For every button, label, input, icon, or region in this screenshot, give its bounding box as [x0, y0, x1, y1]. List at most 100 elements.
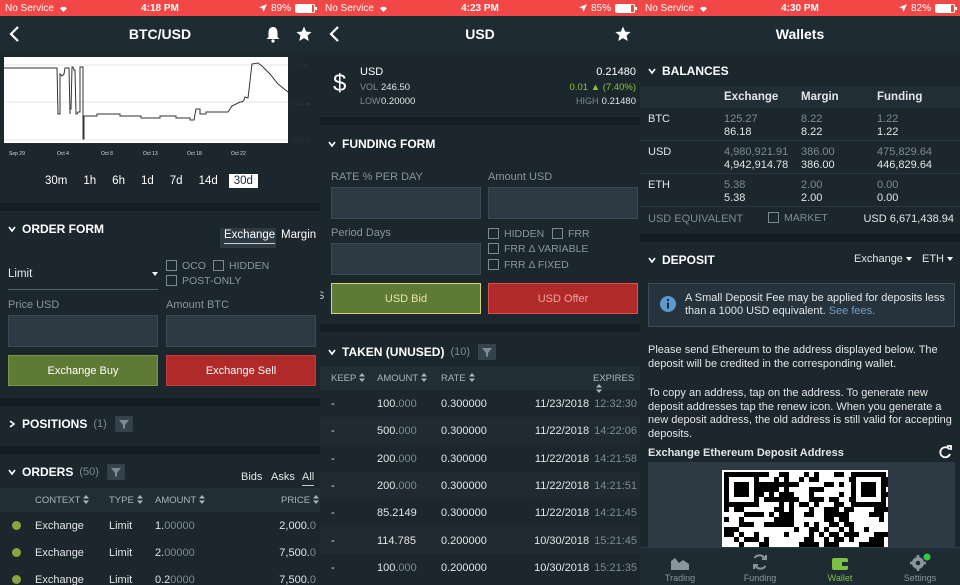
- table-row[interactable]: - 100.000 0.300000 11/23/2018 12:32:30: [320, 390, 640, 417]
- star-icon[interactable]: [614, 25, 632, 43]
- col-price[interactable]: PRICE: [281, 495, 320, 506]
- filter-icon[interactable]: [478, 344, 497, 360]
- tab-wallet[interactable]: Wallet: [800, 548, 880, 585]
- col-keep[interactable]: KEEP: [331, 373, 366, 384]
- tab-exchange[interactable]: Exchange: [224, 229, 276, 244]
- funding-form-title: FUNDING FORM: [342, 137, 436, 151]
- bell-icon[interactable]: [264, 25, 282, 43]
- timeframe-1d[interactable]: 1d: [136, 174, 159, 188]
- ticker-summary: $ USD 0.21480 VOL 246.50 LOW 0.20000 0.0…: [320, 60, 640, 116]
- price-chart[interactable]: 13.044 8,833.◆ 4,622.9 Sep 29 Oct 4 Oct …: [0, 54, 320, 162]
- price-input[interactable]: [8, 315, 158, 347]
- price-main: 7,500.: [279, 547, 310, 559]
- col-type[interactable]: TYPE: [109, 495, 143, 506]
- table-row[interactable]: - 114.785 0.200000 10/30/2018 15:21:45: [320, 526, 640, 554]
- table-row[interactable]: - 85.2149 0.300000 11/22/2018 14:21:45: [320, 499, 640, 526]
- filter-icon[interactable]: [114, 416, 133, 432]
- option-hidden[interactable]: HIDDEN: [488, 228, 544, 240]
- timeframe-30m[interactable]: 30m: [40, 174, 72, 188]
- tab-settings-label: Settings: [903, 573, 937, 583]
- exchange-sell-button[interactable]: Exchange Sell: [166, 355, 316, 386]
- amount-cell: 100.000: [377, 398, 417, 410]
- amount-main: 100.: [377, 398, 399, 410]
- table-row[interactable]: - 200.000 0.300000 11/22/2018 14:21:58: [320, 445, 640, 472]
- y-tick-label: 4,622.9: [292, 138, 309, 144]
- battery-percent: 85%: [590, 2, 611, 14]
- col-exchange: Exchange: [724, 91, 779, 103]
- amount-usd-input[interactable]: [488, 187, 638, 219]
- battery-icon: [614, 3, 637, 13]
- y-tick-label: 8,833.◆: [292, 101, 310, 107]
- filter-icon[interactable]: [106, 464, 125, 480]
- timeframe-30d[interactable]: 30d: [228, 174, 258, 188]
- tab-margin[interactable]: Margin: [281, 229, 316, 241]
- keep-cell: -: [331, 398, 335, 410]
- balance-row: ETH 5.38 5.38 2.00 2.00 0.00 0.00: [640, 174, 960, 207]
- option-oco[interactable]: OCO: [166, 260, 206, 272]
- option-frr[interactable]: FRR: [552, 228, 590, 240]
- page-title: USD: [465, 26, 495, 42]
- timeframe-6h[interactable]: 6h: [107, 174, 130, 188]
- up-arrow-icon: ▲: [590, 82, 601, 93]
- table-row[interactable]: - 500.000 0.300000 11/22/2018 14:22:06: [320, 417, 640, 445]
- usd-equivalent-row: USD EQUIVALENT MARKET USD 6,671,438.94: [640, 208, 960, 230]
- filter-bids[interactable]: Bids: [241, 471, 262, 483]
- tab-settings[interactable]: Settings: [880, 548, 960, 585]
- margin-total-cell: 2.00: [801, 179, 823, 191]
- usd-equivalent-label: USD EQUIVALENT: [648, 213, 744, 225]
- x-tick-label: Oct 8: [101, 151, 113, 157]
- back-chevron-icon[interactable]: [8, 25, 22, 43]
- chevron-down-icon: [648, 257, 656, 264]
- taken-title: TAKEN (UNUSED): [342, 345, 445, 359]
- timeframe-1h[interactable]: 1h: [78, 174, 101, 188]
- qr-container[interactable]: [648, 462, 955, 548]
- filter-asks[interactable]: Asks: [271, 471, 295, 483]
- amount-dim: 000: [398, 425, 417, 438]
- timeframe-14d[interactable]: 14d: [194, 174, 223, 188]
- col-amount[interactable]: AMOUNT: [155, 495, 206, 506]
- price-main: 2,000.: [279, 520, 310, 532]
- col-amount[interactable]: AMOUNT: [377, 373, 428, 384]
- period-input[interactable]: [331, 243, 481, 275]
- usd-bid-button[interactable]: USD Bid: [331, 283, 481, 314]
- tab-trading[interactable]: Trading: [640, 548, 720, 585]
- option-frr-variable[interactable]: FRR Δ VARIABLE: [488, 243, 588, 255]
- table-row[interactable]: - 200.000 0.300000 11/22/2018 14:21:51: [320, 471, 640, 499]
- timeframe-7d[interactable]: 7d: [165, 174, 188, 188]
- amount-input[interactable]: [166, 315, 316, 347]
- table-row[interactable]: - 100.000 0.200000 10/30/2018 15:21:35: [320, 554, 640, 581]
- exchange-buy-button[interactable]: Exchange Buy: [8, 355, 158, 386]
- currency-select[interactable]: ETH: [922, 253, 953, 265]
- order-type-select[interactable]: Limit: [8, 262, 158, 290]
- rate-cell: 0.300000: [441, 425, 487, 438]
- renew-icon[interactable]: [938, 445, 952, 459]
- tab-funding[interactable]: Funding: [720, 548, 800, 585]
- back-chevron-icon[interactable]: [328, 25, 342, 43]
- expires-cell: 11/23/2018 12:32:30: [535, 398, 637, 410]
- location-icon: [898, 4, 907, 12]
- location-icon: [258, 4, 267, 12]
- option-post-only[interactable]: POST-ONLY: [166, 275, 241, 287]
- table-row[interactable]: Exchange Limit 2.00000 7,500.0: [0, 539, 320, 566]
- market-checkbox[interactable]: MARKET: [768, 212, 828, 224]
- amount-dim: 000: [398, 479, 417, 492]
- col-rate[interactable]: RATE: [441, 373, 475, 384]
- table-row[interactable]: Exchange Limit 1.00000 2,000.0: [0, 512, 320, 539]
- expires-cell: 11/22/2018 14:21:51: [535, 480, 637, 492]
- option-frr-fixed[interactable]: FRR Δ FIXED: [488, 259, 569, 271]
- option-hidden[interactable]: HIDDEN: [213, 260, 269, 272]
- amount-dim: 00000: [164, 520, 195, 532]
- wifi-icon: [379, 6, 387, 12]
- rate-input[interactable]: [331, 187, 481, 219]
- option-post-only-label: POST-ONLY: [182, 275, 242, 287]
- expires-date: 11/23/2018: [534, 398, 590, 410]
- usd-offer-button[interactable]: USD Offer: [488, 283, 638, 314]
- page-title: BTC/USD: [128, 26, 192, 42]
- wallet-select[interactable]: Exchange: [854, 253, 912, 265]
- col-context[interactable]: CONTEXT: [35, 495, 90, 506]
- see-fees-link[interactable]: See fees.: [829, 305, 875, 317]
- nav-bar: USD: [320, 16, 640, 52]
- table-row[interactable]: Exchange Limit 0.20000 7,500.0: [0, 566, 320, 585]
- filter-all[interactable]: All: [302, 471, 315, 486]
- star-icon[interactable]: [295, 25, 313, 43]
